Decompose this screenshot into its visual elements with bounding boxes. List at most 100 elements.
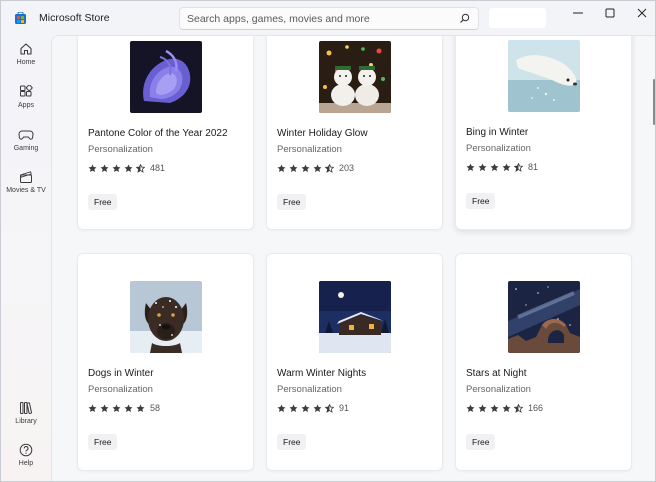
- minimize-icon: [573, 12, 583, 14]
- maximize-icon: [605, 8, 615, 18]
- rating-count: 203: [339, 163, 355, 173]
- price-tag: Free: [277, 194, 307, 210]
- nav-item-apps[interactable]: Apps: [1, 85, 51, 125]
- rating-count: 91: [339, 403, 350, 413]
- rating-count: 481: [150, 163, 166, 173]
- star-full-icon: [124, 404, 133, 412]
- star-full-icon: [466, 163, 475, 171]
- star-full-icon: [112, 404, 121, 412]
- apps-icon: [20, 85, 33, 97]
- star-full-icon: [100, 404, 109, 412]
- app-card[interactable]: Bing in Winter Personalization 81 Free: [455, 36, 632, 230]
- price-tag: Free: [466, 193, 496, 209]
- home-icon: [20, 43, 32, 55]
- library-icon: [20, 402, 32, 414]
- price-tag: Free: [277, 434, 307, 450]
- app-card[interactable]: Warm Winter Nights Personalization 91 Fr…: [266, 253, 443, 471]
- card-title: Pantone Color of the Year 2022: [88, 128, 228, 139]
- star-full-icon: [301, 164, 310, 172]
- star-half-icon: [514, 162, 523, 172]
- card-thumbnail: [508, 40, 580, 112]
- search-input[interactable]: [187, 11, 447, 27]
- star-full-icon: [502, 404, 511, 412]
- nav-label-apps: Apps: [18, 102, 34, 109]
- star-full-icon: [502, 163, 511, 171]
- cabin-night-image: [319, 281, 391, 353]
- star-half-icon: [136, 163, 145, 173]
- star-rating: 91: [277, 403, 349, 413]
- star-full-icon: [478, 404, 487, 412]
- store-logo-icon: [15, 12, 26, 24]
- dog-in-snow-image: [130, 281, 202, 353]
- nav-label-home: Home: [16, 59, 36, 66]
- app-card[interactable]: Dogs in Winter Personalization 58 Free: [77, 253, 254, 471]
- store-window: Microsoft Store Home Apps: [0, 0, 656, 482]
- nav-item-help[interactable]: Help: [1, 443, 51, 481]
- star-full-icon: [124, 164, 133, 172]
- card-category: Personalization: [277, 384, 342, 395]
- help-icon: [19, 443, 33, 457]
- star-full-icon: [490, 404, 499, 412]
- card-thumbnail: [319, 281, 391, 353]
- rating-count: 166: [528, 403, 544, 413]
- star-full-icon: [136, 404, 145, 412]
- rating-count: 58: [150, 403, 161, 413]
- account-button[interactable]: [489, 8, 546, 28]
- star-rating: 481: [88, 163, 165, 173]
- star-full-icon: [289, 164, 298, 172]
- star-full-icon: [112, 164, 121, 172]
- card-category: Personalization: [88, 384, 153, 395]
- app-card[interactable]: Winter Holiday Glow Personalization 203 …: [266, 36, 443, 230]
- star-full-icon: [277, 164, 286, 172]
- search-box[interactable]: [179, 7, 479, 30]
- card-title: Dogs in Winter: [88, 368, 154, 379]
- search-icon[interactable]: [459, 13, 470, 24]
- nav-label-help: Help: [18, 460, 34, 467]
- star-rating: 166: [466, 403, 543, 413]
- scrollbar-thumb[interactable]: [653, 79, 655, 125]
- nav-item-movies-tv[interactable]: Movies & TV: [1, 170, 51, 210]
- card-thumbnail: [508, 281, 580, 353]
- title-bar: Microsoft Store: [1, 1, 655, 35]
- star-rating: 58: [88, 403, 160, 413]
- card-title: Winter Holiday Glow: [277, 128, 368, 139]
- star-full-icon: [466, 404, 475, 412]
- star-full-icon: [88, 404, 97, 412]
- snowmen-lights-image: [319, 41, 391, 113]
- card-thumbnail: [130, 41, 202, 113]
- navigation-rail: Home Apps Gaming Movies & TV Library Hel…: [1, 35, 51, 481]
- nav-label-gaming: Gaming: [13, 145, 39, 152]
- app-title: Microsoft Store: [39, 12, 110, 24]
- minimize-button[interactable]: [561, 1, 595, 25]
- nav-label-movies-tv: Movies & TV: [6, 187, 46, 194]
- pantone-artwork-image: [130, 41, 202, 113]
- card-category: Personalization: [466, 384, 531, 395]
- card-thumbnail: [319, 41, 391, 113]
- star-full-icon: [490, 163, 499, 171]
- nav-label-library: Library: [15, 418, 37, 425]
- star-full-icon: [301, 404, 310, 412]
- price-tag: Free: [466, 434, 496, 450]
- star-full-icon: [313, 164, 322, 172]
- app-card[interactable]: Pantone Color of the Year 2022 Personali…: [77, 36, 254, 230]
- nav-item-home[interactable]: Home: [1, 42, 51, 82]
- card-category: Personalization: [88, 144, 153, 155]
- star-full-icon: [277, 404, 286, 412]
- close-icon: [637, 8, 647, 18]
- star-full-icon: [289, 404, 298, 412]
- nav-item-library[interactable]: Library: [1, 401, 51, 441]
- card-title: Warm Winter Nights: [277, 368, 367, 379]
- star-full-icon: [313, 404, 322, 412]
- card-title: Bing in Winter: [466, 127, 529, 138]
- star-half-icon: [514, 403, 523, 413]
- star-half-icon: [325, 403, 334, 413]
- close-button[interactable]: [625, 1, 655, 25]
- stars-rock-arch-image: [508, 281, 580, 353]
- price-tag: Free: [88, 434, 118, 450]
- card-category: Personalization: [466, 143, 531, 154]
- card-category: Personalization: [277, 144, 342, 155]
- star-half-icon: [325, 163, 334, 173]
- app-card[interactable]: Stars at Night Personalization 166 Free: [455, 253, 632, 471]
- maximize-button[interactable]: [593, 1, 627, 25]
- nav-item-gaming[interactable]: Gaming: [1, 128, 51, 168]
